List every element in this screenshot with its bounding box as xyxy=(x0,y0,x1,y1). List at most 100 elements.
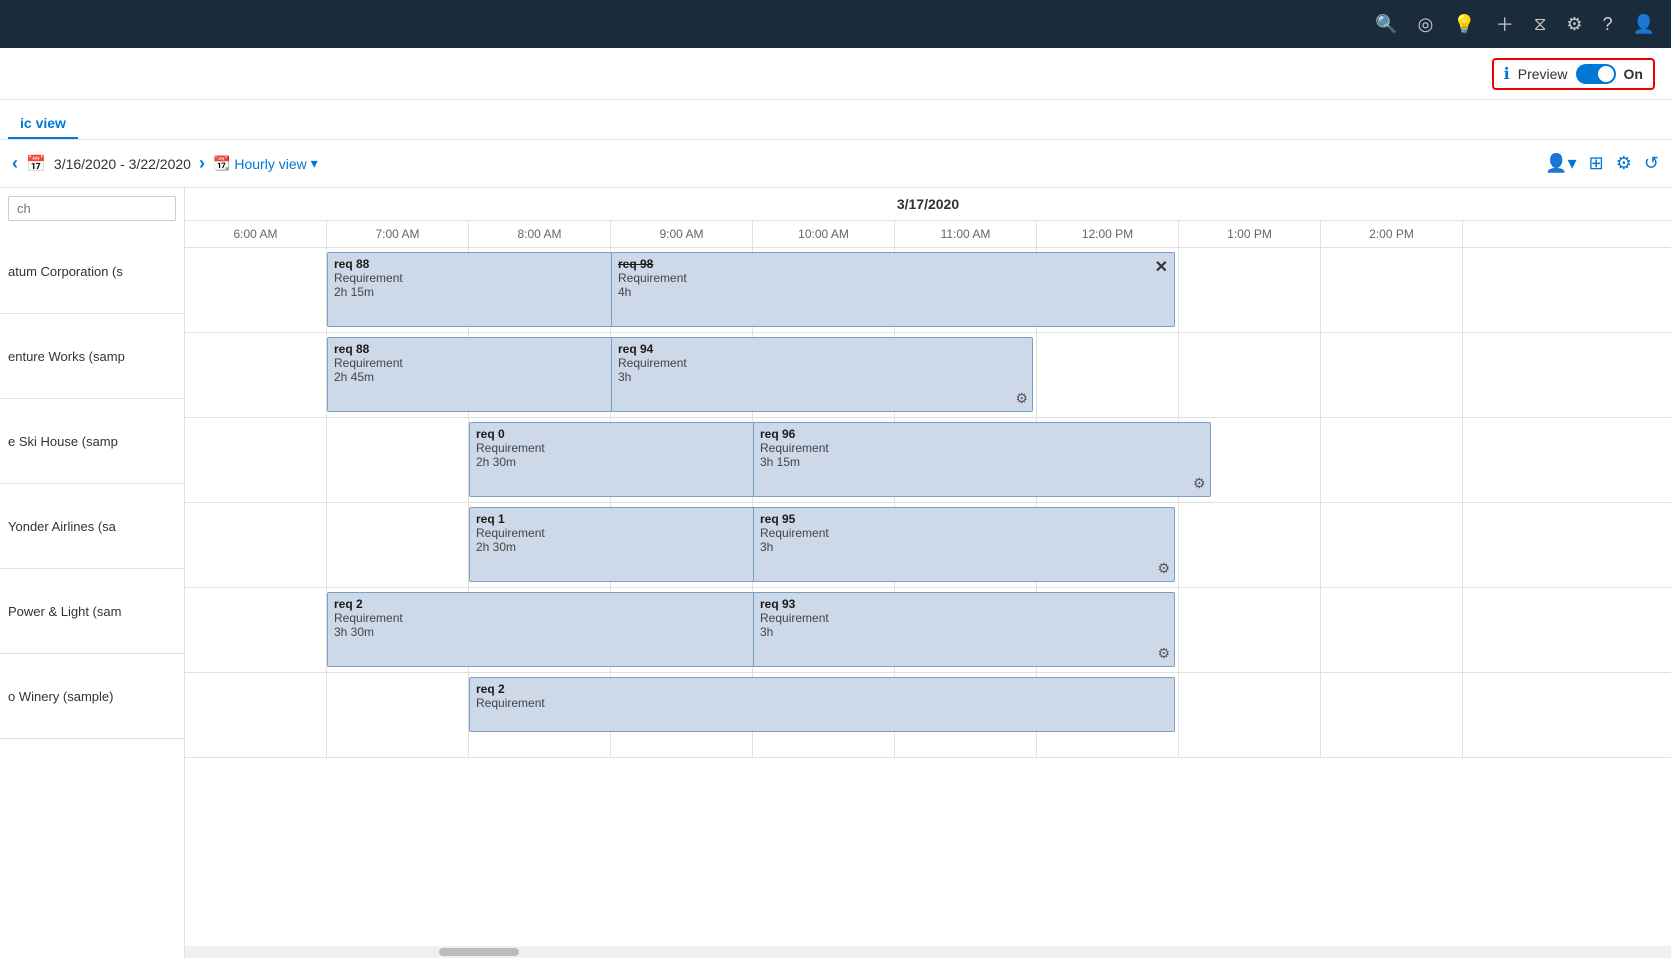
date-range-text: 3/16/2020 - 3/22/2020 xyxy=(54,156,191,172)
booking-block[interactable]: req 93Requirement3h⚙ xyxy=(753,592,1175,667)
check-circle-icon[interactable]: ◎ xyxy=(1418,14,1434,35)
time-header-row: 6:00 AM7:00 AM8:00 AM9:00 AM10:00 AM11:0… xyxy=(185,221,1671,248)
chevron-down-icon: ▾ xyxy=(311,155,318,172)
req-name: req 98 xyxy=(618,257,1168,271)
list-item: enture Works (samp xyxy=(0,314,184,399)
search-icon[interactable]: 🔍 xyxy=(1375,14,1397,35)
preview-box: ℹ Preview On xyxy=(1492,58,1655,90)
refresh-button[interactable]: ↺ xyxy=(1644,153,1659,174)
booking-block[interactable]: req 95Requirement3h⚙ xyxy=(753,507,1175,582)
grid-cell xyxy=(327,673,469,757)
lightbulb-icon[interactable]: 💡 xyxy=(1453,14,1475,35)
booking-block[interactable]: req 2Requirement xyxy=(469,677,1175,732)
grid-row: req 1Requirement2h 30m⚙req 95Requirement… xyxy=(185,503,1671,588)
tab-board[interactable]: ic view xyxy=(8,107,78,139)
time-slot-header: 12:00 PM xyxy=(1037,221,1179,247)
grid-container: req 88Requirement2h 15m⚙req 98Requiremen… xyxy=(185,248,1671,946)
time-slot-header: 8:00 AM xyxy=(469,221,611,247)
grid-cell xyxy=(185,588,327,672)
req-name: req 93 xyxy=(760,597,1168,611)
hourly-view-button[interactable]: 📆 Hourly view ▾ xyxy=(213,155,318,172)
grid-cell xyxy=(1321,333,1463,417)
grid-cell xyxy=(1321,503,1463,587)
req-name: req 96 xyxy=(760,427,1204,441)
hourly-icon: 📆 xyxy=(213,155,230,172)
req-type: Requirement xyxy=(334,271,636,285)
search-box xyxy=(0,188,184,229)
help-icon[interactable]: ? xyxy=(1603,14,1613,35)
req-name: req 94 xyxy=(618,342,1026,356)
req-name: req 95 xyxy=(760,512,1168,526)
grid-row: req 2Requirement xyxy=(185,673,1671,758)
resource-list: atum Corporation (s enture Works (samp e… xyxy=(0,229,184,958)
grid-cell xyxy=(185,248,327,332)
req-name: req 2 xyxy=(334,597,813,611)
booking-block[interactable]: req 96Requirement3h 15m⚙ xyxy=(753,422,1211,497)
grid-cell xyxy=(185,673,327,757)
grid-view-button[interactable]: ⊞ xyxy=(1589,153,1604,174)
req-name: req 2 xyxy=(476,682,1168,696)
grid-cell xyxy=(327,418,469,502)
user-icon[interactable]: 👤 xyxy=(1633,14,1655,35)
req-duration: 3h xyxy=(760,540,1168,554)
grid-cell xyxy=(1179,248,1321,332)
grid-cell xyxy=(185,418,327,502)
grid-cell xyxy=(1321,418,1463,502)
prev-button[interactable]: ‹ xyxy=(12,153,18,174)
time-slot-header: 7:00 AM xyxy=(327,221,469,247)
time-slot-header: 9:00 AM xyxy=(611,221,753,247)
req-type: Requirement xyxy=(760,441,1204,455)
req-type: Requirement xyxy=(618,356,1026,370)
toolbar-right: 👤▾ ⊞ ⚙ ↺ xyxy=(1545,153,1659,174)
req-type: Requirement xyxy=(760,611,1168,625)
toolbar: ‹ 📅 3/16/2020 - 3/22/2020 › 📆 Hourly vie… xyxy=(0,140,1671,188)
next-button[interactable]: › xyxy=(199,153,205,174)
list-item: Power & Light (sam xyxy=(0,569,184,654)
grid-cell xyxy=(1179,673,1321,757)
req-duration: 2h 15m xyxy=(334,285,636,299)
preview-toggle[interactable] xyxy=(1576,64,1616,84)
req-type: Requirement xyxy=(476,696,1168,710)
grid-row: req 88Requirement2h 15m⚙req 98Requiremen… xyxy=(185,248,1671,333)
time-slot-header: 6:00 AM xyxy=(185,221,327,247)
grid-cell xyxy=(1321,673,1463,757)
req-type: Requirement xyxy=(618,271,1168,285)
left-panel: atum Corporation (s enture Works (samp e… xyxy=(0,188,185,958)
close-icon[interactable]: ✕ xyxy=(1155,257,1168,277)
booking-block[interactable]: req 98Requirement4h ✕ xyxy=(611,252,1175,327)
grid-cell xyxy=(1179,503,1321,587)
grid-row: req 88Requirement2h 45m⚙req 94Requiremen… xyxy=(185,333,1671,418)
drag-icon: ⚙ xyxy=(1157,560,1170,577)
search-input[interactable] xyxy=(8,196,176,221)
grid-cell xyxy=(327,503,469,587)
date-range: 📅 3/16/2020 - 3/22/2020 xyxy=(26,154,191,174)
toolbar-left: ‹ 📅 3/16/2020 - 3/22/2020 › 📆 Hourly vie… xyxy=(12,153,1533,174)
settings-gear-button[interactable]: ⚙ xyxy=(1616,153,1632,174)
req-duration: 4h xyxy=(618,285,1168,299)
grid-row: req 0Requirement2h 30m⚙req 96Requirement… xyxy=(185,418,1671,503)
grid-cell xyxy=(1179,588,1321,672)
req-duration: 3h xyxy=(760,625,1168,639)
req-duration: 3h 15m xyxy=(760,455,1204,469)
grid-cell xyxy=(1321,248,1463,332)
req-name: req 88 xyxy=(334,257,636,271)
scrollbar-thumb[interactable] xyxy=(439,948,519,956)
preview-label: Preview xyxy=(1518,66,1568,82)
resource-icon-button[interactable]: 👤▾ xyxy=(1545,153,1576,174)
settings-icon[interactable]: ⚙ xyxy=(1566,14,1582,35)
list-item: atum Corporation (s xyxy=(0,229,184,314)
drag-icon: ⚙ xyxy=(1015,390,1028,407)
filter-icon[interactable]: ⧖ xyxy=(1534,14,1547,35)
calendar-area: 3/17/2020 6:00 AM7:00 AM8:00 AM9:00 AM10… xyxy=(185,188,1671,958)
grid-cell xyxy=(1321,588,1463,672)
time-slot-header: 1:00 PM xyxy=(1179,221,1321,247)
hourly-label: Hourly view xyxy=(234,156,306,172)
list-item: Yonder Airlines (sa xyxy=(0,484,184,569)
booking-block[interactable]: req 2Requirement3h 30m⚙ xyxy=(327,592,820,667)
booking-block[interactable]: req 94Requirement3h⚙ xyxy=(611,337,1033,412)
list-item: o Winery (sample) xyxy=(0,654,184,739)
scrollbar-area[interactable] xyxy=(185,946,1671,958)
booking-block[interactable]: req 88Requirement2h 15m⚙ xyxy=(327,252,643,327)
plus-icon[interactable]: ＋ xyxy=(1496,11,1514,37)
preview-bar: ℹ Preview On xyxy=(0,48,1671,100)
